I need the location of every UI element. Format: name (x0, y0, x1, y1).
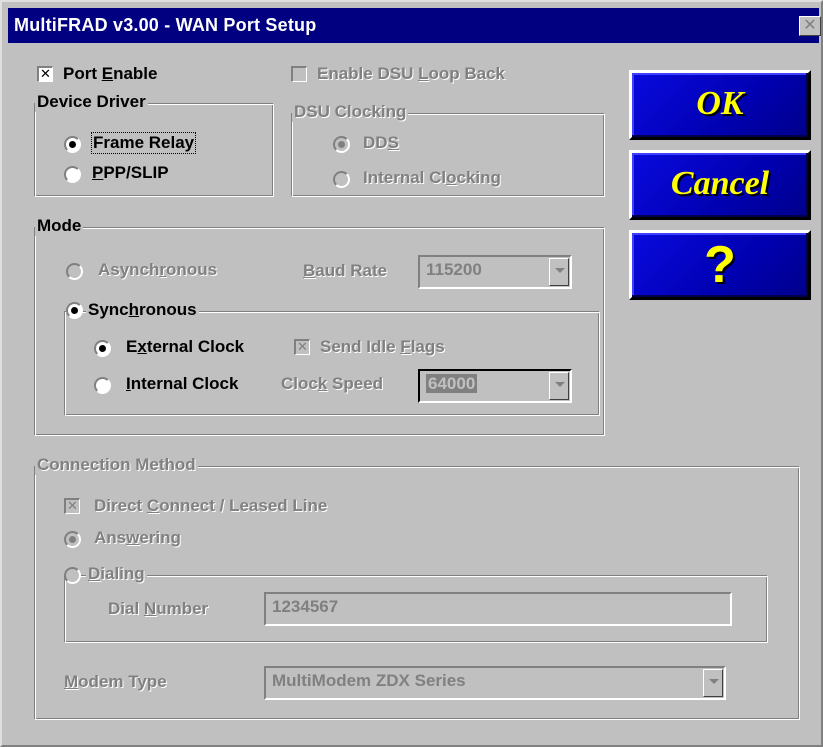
internal-clock-radio[interactable] (94, 377, 111, 394)
baud-rate-value: 115200 (426, 260, 482, 279)
dial-number-input[interactable]: 1234567 (264, 592, 732, 626)
dial-number-label: Dial Number (108, 599, 209, 618)
modem-type-dropdown-icon[interactable] (703, 669, 723, 697)
dial-number-value: 1234567 (272, 597, 339, 616)
frame-relay-label[interactable]: Frame Relay (90, 132, 197, 154)
mode-legend: Mode (35, 216, 84, 236)
clock-speed-label: Clock Speed (281, 374, 384, 393)
external-clock-label[interactable]: External Clock (126, 337, 244, 357)
connection-method-legend: Connection Method (35, 455, 198, 475)
synchronous-label[interactable]: Synchronous (86, 300, 199, 320)
direct-connect-label[interactable]: Direct Connect / Leased Line (94, 496, 327, 516)
help-icon: ? (704, 236, 736, 294)
clock-speed-combo[interactable]: 64000 (418, 369, 572, 403)
internal-clocking-label[interactable]: Internal Clocking (363, 168, 501, 188)
ok-button[interactable]: OK (629, 70, 811, 140)
device-driver-legend: Device Driver (35, 92, 148, 112)
baud-rate-dropdown-icon[interactable] (549, 258, 569, 286)
baud-rate-label: Baud Rate (303, 261, 388, 280)
clock-speed-value: 64000 (426, 374, 478, 393)
asynchronous-radio[interactable] (66, 263, 83, 280)
dialing-radio[interactable] (64, 567, 81, 584)
dsu-loopback-checkbox[interactable] (291, 66, 307, 82)
modem-type-combo[interactable]: MultiModem ZDX Series (264, 666, 726, 700)
answering-label[interactable]: Answering (94, 528, 181, 548)
close-icon[interactable]: ✕ (799, 16, 821, 36)
dsu-loopback-label[interactable]: Enable DSU Loop Back (317, 64, 505, 84)
clock-speed-dropdown-icon[interactable] (549, 372, 569, 400)
ok-button-label: OK (696, 85, 744, 122)
dds-radio[interactable] (333, 136, 350, 153)
cancel-button-label: Cancel (670, 165, 770, 202)
title-bar[interactable]: MultiFRAD v3.00 - WAN Port Setup ✕ (8, 8, 821, 43)
answering-radio[interactable] (64, 531, 81, 548)
help-button[interactable]: ? (629, 230, 811, 300)
dialing-label[interactable]: Dialing (86, 564, 147, 584)
send-idle-flags-checkbox[interactable]: ✕ (294, 339, 310, 355)
wan-port-setup-dialog: MultiFRAD v3.00 - WAN Port Setup ✕ ✕ Por… (0, 0, 823, 747)
modem-type-label: Modem Type (64, 672, 167, 691)
direct-connect-checkbox[interactable]: ✕ (64, 498, 80, 514)
ppp-slip-radio[interactable] (64, 166, 81, 183)
external-clock-radio[interactable] (94, 340, 111, 357)
dds-label[interactable]: DDS (363, 133, 399, 153)
window-title: MultiFRAD v3.00 - WAN Port Setup (14, 15, 317, 35)
ppp-slip-label[interactable]: PPP/SLIP (92, 163, 169, 183)
modem-type-value: MultiModem ZDX Series (272, 671, 466, 690)
baud-rate-combo[interactable]: 115200 (418, 255, 572, 289)
port-enable-label[interactable]: Port Enable (63, 64, 157, 84)
frame-relay-radio[interactable] (64, 136, 81, 153)
port-enable-checkbox[interactable]: ✕ (37, 66, 53, 82)
asynchronous-label[interactable]: Asynchronous (98, 260, 217, 280)
dsu-clocking-legend: DSU Clocking (292, 102, 409, 122)
send-idle-flags-label[interactable]: Send Idle Flags (320, 337, 445, 357)
internal-clock-label[interactable]: Internal Clock (126, 374, 238, 394)
synchronous-radio[interactable] (66, 302, 83, 319)
internal-clocking-radio[interactable] (333, 171, 350, 188)
cancel-button[interactable]: Cancel (629, 150, 811, 220)
